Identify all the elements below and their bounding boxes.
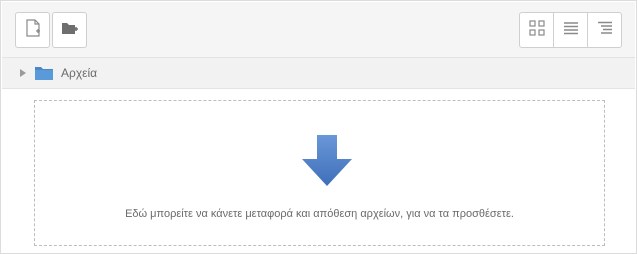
folder-path-bar: Αρχεία <box>2 58 635 89</box>
view-mode-group <box>519 12 622 48</box>
view-list-icon <box>563 20 579 41</box>
view-icons-icon <box>528 19 545 41</box>
new-file-icon <box>25 18 41 42</box>
new-folder-icon <box>61 20 79 41</box>
file-manager: Αρχεία Εδώ μπορείτε να κάνετε μεταφορά κ… <box>0 0 637 254</box>
folder-icon <box>35 66 55 80</box>
expand-arrow-icon[interactable] <box>19 68 29 78</box>
folder-path-label[interactable]: Αρχεία <box>61 66 97 80</box>
add-file-button[interactable] <box>15 12 50 48</box>
view-icons-button[interactable] <box>519 12 554 48</box>
view-tree-icon <box>597 20 613 41</box>
view-tree-button[interactable] <box>587 12 622 48</box>
drop-zone-message: Εδώ μπορείτε να κάνετε μεταφορά και απόθ… <box>125 208 514 220</box>
create-folder-button[interactable] <box>52 12 87 48</box>
drop-arrow-icon <box>302 135 352 186</box>
file-manager-toolbar <box>2 2 635 58</box>
file-drop-zone[interactable]: Εδώ μπορείτε να κάνετε μεταφορά και απόθ… <box>34 100 605 246</box>
view-list-button[interactable] <box>553 12 588 48</box>
